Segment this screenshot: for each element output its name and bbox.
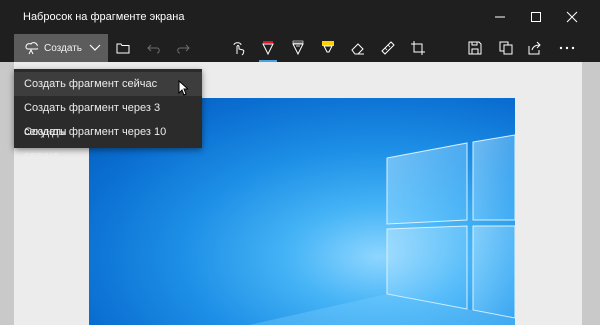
mouse-cursor-icon bbox=[178, 80, 188, 96]
more-options-button[interactable] bbox=[553, 34, 581, 62]
minimize-button[interactable] bbox=[482, 0, 518, 34]
highlighter-button[interactable] bbox=[314, 34, 342, 62]
menu-item-snip-10s[interactable]: Создать фрагмент через 10 секунд bbox=[14, 120, 202, 162]
save-button[interactable] bbox=[461, 34, 489, 62]
menu-item-snip-3s[interactable]: Создать фрагмент через 3 секунды bbox=[14, 96, 202, 138]
copy-icon bbox=[499, 41, 513, 55]
title-bar: Набросок на фрагменте экрана bbox=[0, 0, 600, 34]
close-icon bbox=[566, 11, 578, 23]
crop-button[interactable] bbox=[404, 34, 432, 62]
new-snip-main[interactable]: Создать bbox=[14, 34, 82, 62]
redo-button[interactable] bbox=[169, 34, 197, 62]
toolbar: Создать bbox=[0, 34, 600, 62]
more-icon bbox=[559, 46, 575, 50]
menu-item-snip-now[interactable]: Создать фрагмент сейчас bbox=[14, 72, 202, 96]
minimize-icon bbox=[495, 16, 505, 18]
new-snip-dropdown[interactable] bbox=[82, 34, 108, 62]
ballpoint-pen-icon bbox=[262, 41, 274, 56]
undo-icon bbox=[147, 44, 160, 54]
copy-button[interactable] bbox=[492, 34, 520, 62]
maximize-button[interactable] bbox=[518, 0, 554, 34]
ruler-icon bbox=[381, 41, 395, 55]
close-button[interactable] bbox=[554, 0, 590, 34]
eraser-icon bbox=[351, 43, 364, 55]
save-icon bbox=[468, 41, 482, 55]
new-snip-button[interactable]: Создать bbox=[14, 34, 108, 62]
share-icon bbox=[528, 41, 541, 55]
crop-icon bbox=[411, 41, 425, 55]
undo-button[interactable] bbox=[140, 34, 168, 62]
new-snip-label: Создать bbox=[43, 42, 82, 54]
highlighter-icon bbox=[322, 41, 334, 53]
open-folder-icon bbox=[116, 43, 130, 54]
open-file-button[interactable] bbox=[109, 34, 137, 62]
pencil-icon bbox=[292, 40, 304, 56]
touch-writing-icon bbox=[233, 42, 245, 56]
pencil-button[interactable] bbox=[284, 34, 312, 62]
new-snip-menu: Создать фрагмент сейчас Создать фрагмент… bbox=[14, 69, 202, 162]
maximize-icon bbox=[531, 12, 541, 22]
new-snip-icon bbox=[25, 42, 38, 55]
share-button[interactable] bbox=[521, 34, 549, 62]
touch-writing-button[interactable] bbox=[225, 34, 253, 62]
eraser-button[interactable] bbox=[344, 34, 372, 62]
chevron-down-icon bbox=[89, 44, 101, 51]
redo-icon bbox=[177, 44, 190, 54]
window-title: Набросок на фрагменте экрана bbox=[23, 11, 185, 23]
ballpoint-pen-button[interactable] bbox=[254, 34, 282, 62]
ruler-button[interactable] bbox=[374, 34, 402, 62]
